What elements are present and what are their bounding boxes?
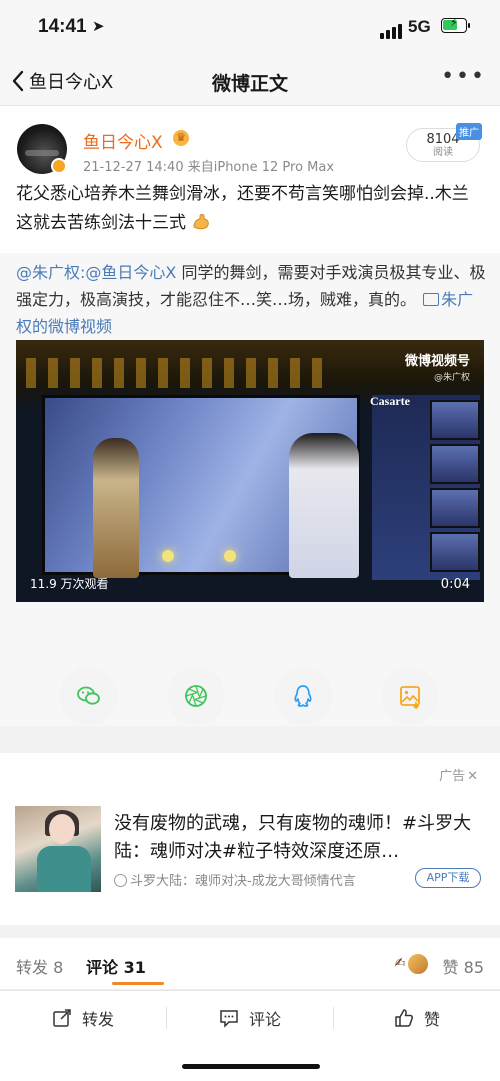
qq-icon bbox=[294, 685, 312, 707]
post-author[interactable]: 鱼日今心X bbox=[83, 128, 163, 153]
repost-label: 转发 bbox=[82, 1010, 115, 1029]
network-type: 5G bbox=[408, 17, 431, 36]
video-brand-logo: Casarte bbox=[370, 394, 410, 408]
comment-button[interactable]: 评论 bbox=[219, 1005, 281, 1031]
video-duration: 0:04 bbox=[440, 577, 470, 592]
share-icon bbox=[53, 1009, 71, 1027]
more-options-button[interactable]: ••• bbox=[441, 66, 486, 88]
video-watermark-sub: @朱广权 bbox=[433, 373, 470, 383]
close-icon[interactable]: ✕ bbox=[467, 769, 478, 784]
nav-bar: 鱼日今心X 微博正文 ••• bbox=[0, 56, 500, 106]
comment-icon bbox=[220, 1010, 238, 1028]
share-row bbox=[0, 661, 500, 725]
video-player[interactable]: 微博视频号 @朱广权 Casarte 11.9 万次观看 0:04 bbox=[16, 340, 484, 602]
share-moments-button[interactable] bbox=[167, 667, 225, 725]
promo-tag: 推广 bbox=[456, 123, 482, 140]
video-link-icon bbox=[423, 293, 440, 306]
liker-avatar bbox=[406, 952, 430, 976]
status-time: 14:41 bbox=[38, 16, 87, 37]
post-text: 花父悉心培养木兰舞剑滑冰，还要不苟言笑哪怕剑会掉..木兰这就去苦练剑法十三式 bbox=[16, 180, 484, 238]
comment-label: 评论 bbox=[249, 1010, 282, 1029]
video-frame bbox=[42, 395, 360, 578]
ad-label: 广告 ✕ bbox=[439, 765, 478, 784]
weibo-post: 鱼日今心X ♛ 21-12-27 14:40 来自iPhone 12 Pro M… bbox=[0, 106, 500, 782]
share-wechat-button[interactable] bbox=[60, 667, 118, 725]
repost-button[interactable]: 转发 bbox=[52, 1005, 114, 1031]
location-arrow-icon: ➤ bbox=[92, 17, 105, 35]
interaction-tabs: 转发 8 评论 31 ✍ 赞 85 bbox=[0, 938, 500, 990]
page-title: 微博正文 bbox=[211, 73, 288, 95]
video-view-count: 11.9 万次观看 bbox=[30, 577, 109, 591]
liker-avatars[interactable]: ✍ bbox=[388, 952, 430, 976]
home-indicator bbox=[182, 1064, 320, 1069]
status-bar: 14:41 ➤ 5G ⚡ bbox=[0, 0, 500, 56]
video-watermark: 微博视频号 bbox=[404, 354, 470, 369]
moments-icon bbox=[185, 685, 207, 707]
flexed-biceps-emoji-icon bbox=[193, 214, 210, 230]
ad-card[interactable]: 广告 ✕ 没有废物的武魂，只有废物的魂师！#斗罗大陆：魂师对决#粒子特效深度还原…… bbox=[0, 753, 500, 925]
ad-source-text: 斗罗大陆：魂师对决-成龙大哥倾情代言 bbox=[130, 874, 356, 889]
tab-repost[interactable]: 转发 8 bbox=[16, 954, 63, 978]
like-button[interactable]: 赞 bbox=[394, 1005, 440, 1031]
mention-link[interactable]: @鱼日今心X bbox=[85, 263, 176, 282]
cellular-signal-icon bbox=[380, 20, 404, 39]
save-image-icon bbox=[400, 686, 420, 710]
post-meta: 21-12-27 14:40 来自iPhone 12 Pro Max bbox=[83, 160, 335, 175]
ad-source: 斗罗大陆：魂师对决-成龙大哥倾情代言 bbox=[114, 870, 356, 889]
like-label: 赞 bbox=[424, 1010, 441, 1029]
tab-comments[interactable]: 评论 31 bbox=[86, 954, 146, 978]
repost-author-link[interactable]: @朱广权: bbox=[16, 263, 85, 282]
battery-icon: ⚡ bbox=[441, 16, 470, 33]
ad-label-text: 广告 bbox=[439, 769, 466, 784]
app-download-button[interactable]: APP下载 bbox=[415, 868, 481, 888]
ad-title[interactable]: 没有废物的武魂，只有废物的魂师！#斗罗大陆：魂师对决#粒子特效深度还原… bbox=[114, 810, 482, 866]
active-tab-indicator bbox=[112, 982, 164, 985]
bottom-action-bar: 转发 评论 赞 bbox=[0, 990, 500, 1081]
ad-image[interactable] bbox=[15, 806, 101, 892]
save-image-button[interactable] bbox=[381, 667, 439, 725]
thumbs-up-icon bbox=[395, 1009, 413, 1027]
read-label: 阅读 bbox=[433, 147, 453, 158]
reposted-content[interactable]: @朱广权:@鱼日今心X 同学的舞剑，需要对手戏演员极其专业、极强定力，极高演技，… bbox=[0, 253, 500, 782]
verified-badge-icon bbox=[51, 158, 67, 174]
wechat-icon bbox=[77, 686, 100, 705]
post-text-content: 花父悉心培养木兰舞剑滑冰，还要不苟言笑哪怕剑会掉..木兰这就去苦练剑法十三式 bbox=[16, 184, 469, 233]
ad-source-icon bbox=[114, 874, 127, 887]
repost-text: @朱广权:@鱼日今心X 同学的舞剑，需要对手戏演员极其专业、极强定力，极高演技，… bbox=[16, 259, 486, 340]
tab-likes[interactable]: 赞 85 bbox=[443, 954, 484, 978]
share-qq-button[interactable] bbox=[274, 667, 332, 725]
member-crown-icon: ♛ bbox=[173, 130, 189, 146]
